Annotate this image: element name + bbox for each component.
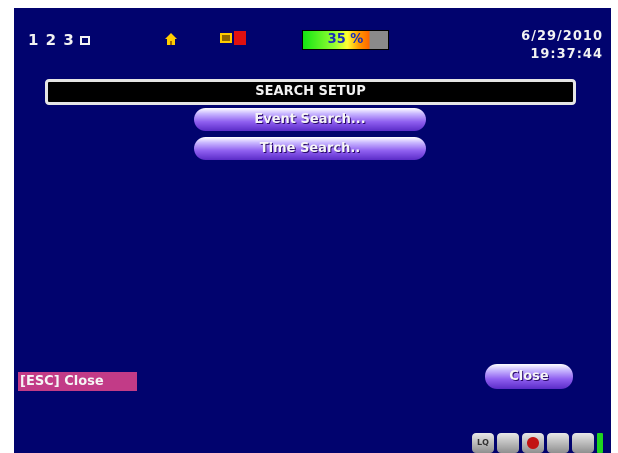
status-bar: 1 2 3 35 % 6/29/2010 19:37:44 (14, 8, 611, 78)
hdd-usage-text: 35 % (327, 32, 364, 47)
channel-numbers: 1 2 3 (28, 31, 75, 49)
dialog-title-bar: SEARCH SETUP (45, 79, 576, 105)
playback-icon[interactable] (547, 433, 569, 453)
hdd-usage-bar: 35 % (302, 30, 389, 50)
home-icon (165, 33, 177, 45)
event-search-button[interactable]: Event Search... (194, 108, 426, 131)
video-icon[interactable] (497, 433, 519, 453)
monitor-icon (79, 35, 90, 45)
record-status-icon (220, 31, 246, 45)
datetime-display: 6/29/2010 19:37:44 (521, 28, 603, 64)
close-button[interactable]: Close (485, 364, 573, 389)
taskbar: LQ (472, 431, 603, 453)
channel-indicator: 1 2 3 (28, 31, 90, 49)
dvr-screen: 1 2 3 35 % 6/29/2010 19:37:44 SEARCH SET… (14, 8, 611, 453)
record-icon[interactable] (522, 433, 544, 453)
time-search-button[interactable]: Time Search.. (194, 137, 426, 160)
date-text: 6/29/2010 (521, 29, 603, 44)
lq-icon[interactable]: LQ (472, 433, 494, 453)
signal-indicator-icon (597, 433, 603, 453)
time-text: 19:37:44 (530, 47, 603, 62)
settings-icon[interactable] (572, 433, 594, 453)
dialog-title: SEARCH SETUP (255, 84, 366, 99)
esc-close-hint: [ESC] Close (18, 372, 137, 391)
